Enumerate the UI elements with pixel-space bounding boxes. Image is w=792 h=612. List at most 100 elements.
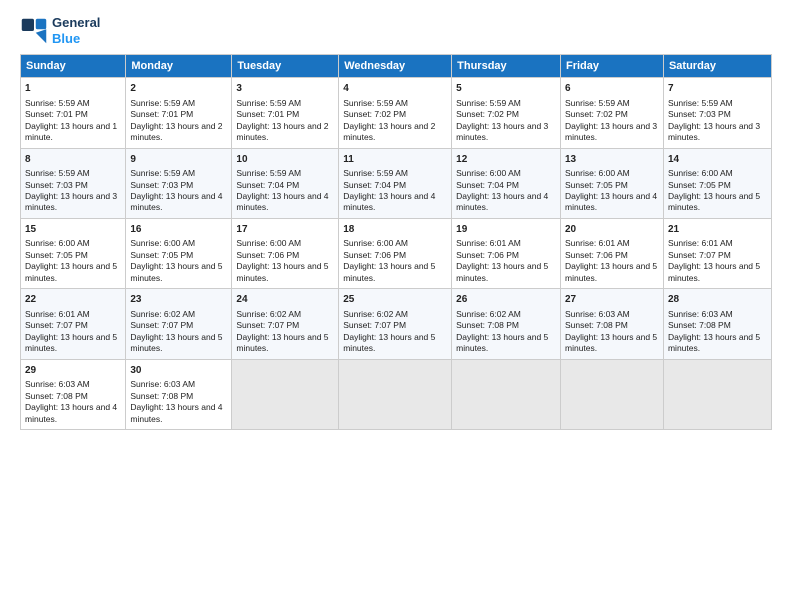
calendar-cell: 12Sunrise: 6:00 AMSunset: 7:04 PMDayligh… — [452, 148, 561, 218]
daylight-text: Daylight: 13 hours and 5 minutes. — [565, 332, 657, 353]
calendar-cell: 22Sunrise: 6:01 AMSunset: 7:07 PMDayligh… — [21, 289, 126, 359]
sunrise-text: Sunrise: 5:59 AM — [236, 168, 301, 178]
day-number: 23 — [130, 293, 227, 307]
day-number: 26 — [456, 293, 556, 307]
calendar-cell: 10Sunrise: 5:59 AMSunset: 7:04 PMDayligh… — [232, 148, 339, 218]
header-saturday: Saturday — [663, 55, 771, 78]
logo: General Blue — [20, 15, 100, 46]
calendar-cell: 9Sunrise: 5:59 AMSunset: 7:03 PMDaylight… — [126, 148, 232, 218]
daylight-text: Daylight: 13 hours and 4 minutes. — [130, 191, 222, 212]
sunrise-text: Sunrise: 5:59 AM — [456, 98, 521, 108]
calendar-table: SundayMondayTuesdayWednesdayThursdayFrid… — [20, 54, 772, 430]
header-friday: Friday — [561, 55, 664, 78]
calendar-cell: 7Sunrise: 5:59 AMSunset: 7:03 PMDaylight… — [663, 78, 771, 148]
daylight-text: Daylight: 13 hours and 5 minutes. — [236, 261, 328, 282]
calendar-cell — [561, 359, 664, 429]
sunset-text: Sunset: 7:02 PM — [565, 109, 628, 119]
day-number: 30 — [130, 364, 227, 378]
daylight-text: Daylight: 13 hours and 5 minutes. — [668, 191, 760, 212]
daylight-text: Daylight: 13 hours and 5 minutes. — [343, 332, 435, 353]
daylight-text: Daylight: 13 hours and 4 minutes. — [236, 191, 328, 212]
sunrise-text: Sunrise: 6:00 AM — [130, 238, 195, 248]
calendar-cell: 28Sunrise: 6:03 AMSunset: 7:08 PMDayligh… — [663, 289, 771, 359]
day-number: 17 — [236, 223, 334, 237]
day-number: 16 — [130, 223, 227, 237]
sunrise-text: Sunrise: 6:01 AM — [668, 238, 733, 248]
daylight-text: Daylight: 13 hours and 5 minutes. — [236, 332, 328, 353]
day-number: 3 — [236, 82, 334, 96]
week-row-1: 1Sunrise: 5:59 AMSunset: 7:01 PMDaylight… — [21, 78, 772, 148]
calendar-cell: 1Sunrise: 5:59 AMSunset: 7:01 PMDaylight… — [21, 78, 126, 148]
sunset-text: Sunset: 7:07 PM — [343, 320, 406, 330]
sunrise-text: Sunrise: 6:01 AM — [456, 238, 521, 248]
daylight-text: Daylight: 13 hours and 5 minutes. — [668, 332, 760, 353]
sunrise-text: Sunrise: 5:59 AM — [343, 98, 408, 108]
day-number: 19 — [456, 223, 556, 237]
day-number: 18 — [343, 223, 447, 237]
calendar-cell: 25Sunrise: 6:02 AMSunset: 7:07 PMDayligh… — [339, 289, 452, 359]
sunrise-text: Sunrise: 5:59 AM — [565, 98, 630, 108]
sunrise-text: Sunrise: 6:03 AM — [565, 309, 630, 319]
day-number: 13 — [565, 153, 659, 167]
calendar-cell: 26Sunrise: 6:02 AMSunset: 7:08 PMDayligh… — [452, 289, 561, 359]
daylight-text: Daylight: 13 hours and 5 minutes. — [130, 332, 222, 353]
sunset-text: Sunset: 7:07 PM — [668, 250, 731, 260]
sunset-text: Sunset: 7:06 PM — [565, 250, 628, 260]
daylight-text: Daylight: 13 hours and 4 minutes. — [565, 191, 657, 212]
sunset-text: Sunset: 7:02 PM — [343, 109, 406, 119]
week-row-4: 22Sunrise: 6:01 AMSunset: 7:07 PMDayligh… — [21, 289, 772, 359]
sunrise-text: Sunrise: 6:00 AM — [25, 238, 90, 248]
calendar-cell: 21Sunrise: 6:01 AMSunset: 7:07 PMDayligh… — [663, 218, 771, 288]
daylight-text: Daylight: 13 hours and 3 minutes. — [668, 121, 760, 142]
sunrise-text: Sunrise: 6:00 AM — [236, 238, 301, 248]
calendar-cell: 19Sunrise: 6:01 AMSunset: 7:06 PMDayligh… — [452, 218, 561, 288]
day-number: 20 — [565, 223, 659, 237]
calendar-cell: 5Sunrise: 5:59 AMSunset: 7:02 PMDaylight… — [452, 78, 561, 148]
calendar-cell: 15Sunrise: 6:00 AMSunset: 7:05 PMDayligh… — [21, 218, 126, 288]
sunset-text: Sunset: 7:04 PM — [343, 180, 406, 190]
header-tuesday: Tuesday — [232, 55, 339, 78]
calendar-cell — [232, 359, 339, 429]
day-number: 7 — [668, 82, 767, 96]
sunset-text: Sunset: 7:05 PM — [565, 180, 628, 190]
sunset-text: Sunset: 7:07 PM — [236, 320, 299, 330]
calendar-cell: 6Sunrise: 5:59 AMSunset: 7:02 PMDaylight… — [561, 78, 664, 148]
sunrise-text: Sunrise: 6:00 AM — [456, 168, 521, 178]
sunrise-text: Sunrise: 5:59 AM — [130, 98, 195, 108]
sunset-text: Sunset: 7:01 PM — [25, 109, 88, 119]
sunset-text: Sunset: 7:08 PM — [25, 391, 88, 401]
calendar-cell: 30Sunrise: 6:03 AMSunset: 7:08 PMDayligh… — [126, 359, 232, 429]
header-monday: Monday — [126, 55, 232, 78]
calendar-cell: 3Sunrise: 5:59 AMSunset: 7:01 PMDaylight… — [232, 78, 339, 148]
week-row-3: 15Sunrise: 6:00 AMSunset: 7:05 PMDayligh… — [21, 218, 772, 288]
daylight-text: Daylight: 13 hours and 4 minutes. — [25, 402, 117, 423]
sunset-text: Sunset: 7:04 PM — [456, 180, 519, 190]
sunset-text: Sunset: 7:07 PM — [25, 320, 88, 330]
day-number: 8 — [25, 153, 121, 167]
calendar-page: General Blue SundayMondayTuesdayWednesda… — [0, 0, 792, 612]
day-number: 4 — [343, 82, 447, 96]
calendar-cell: 16Sunrise: 6:00 AMSunset: 7:05 PMDayligh… — [126, 218, 232, 288]
calendar-cell: 14Sunrise: 6:00 AMSunset: 7:05 PMDayligh… — [663, 148, 771, 218]
daylight-text: Daylight: 13 hours and 5 minutes. — [25, 332, 117, 353]
day-number: 11 — [343, 153, 447, 167]
sunrise-text: Sunrise: 5:59 AM — [236, 98, 301, 108]
daylight-text: Daylight: 13 hours and 3 minutes. — [565, 121, 657, 142]
daylight-text: Daylight: 13 hours and 5 minutes. — [456, 261, 548, 282]
sunrise-text: Sunrise: 6:02 AM — [130, 309, 195, 319]
sunset-text: Sunset: 7:05 PM — [130, 250, 193, 260]
header-wednesday: Wednesday — [339, 55, 452, 78]
day-number: 28 — [668, 293, 767, 307]
calendar-cell: 27Sunrise: 6:03 AMSunset: 7:08 PMDayligh… — [561, 289, 664, 359]
calendar-cell: 4Sunrise: 5:59 AMSunset: 7:02 PMDaylight… — [339, 78, 452, 148]
sunset-text: Sunset: 7:08 PM — [130, 391, 193, 401]
sunrise-text: Sunrise: 6:02 AM — [343, 309, 408, 319]
sunrise-text: Sunrise: 5:59 AM — [343, 168, 408, 178]
logo-text: General Blue — [52, 15, 100, 46]
day-number: 29 — [25, 364, 121, 378]
daylight-text: Daylight: 13 hours and 5 minutes. — [456, 332, 548, 353]
daylight-text: Daylight: 13 hours and 1 minute. — [25, 121, 117, 142]
day-number: 24 — [236, 293, 334, 307]
sunset-text: Sunset: 7:02 PM — [456, 109, 519, 119]
day-number: 12 — [456, 153, 556, 167]
